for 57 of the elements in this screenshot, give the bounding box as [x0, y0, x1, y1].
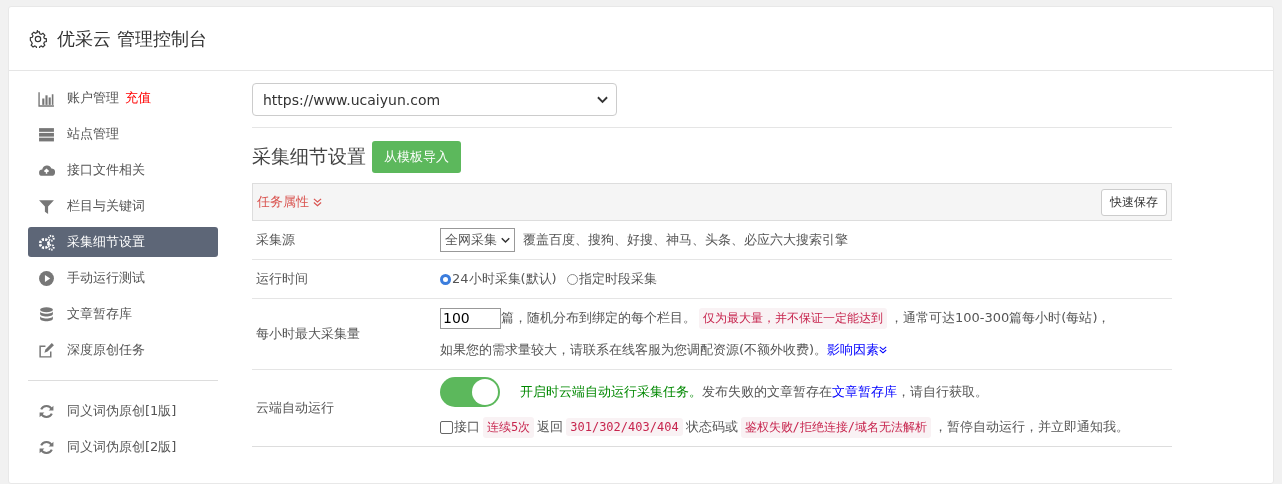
edit-icon — [38, 341, 55, 359]
code-tag: 连续5次 — [483, 416, 535, 438]
field-label: 采集源 — [255, 231, 296, 249]
gears-icon — [38, 233, 55, 251]
sidebar-item[interactable]: 采集细节设置 — [28, 227, 218, 257]
panel-title[interactable]: 任务属性 — [257, 193, 322, 211]
filter-icon — [38, 197, 55, 215]
note-text: ，暂停自动运行，并立即通知我。 — [934, 418, 1130, 436]
sidebar-item[interactable]: 栏目与关键词 — [28, 191, 218, 221]
toggle-switch[interactable] — [440, 377, 500, 407]
server-icon — [38, 125, 55, 143]
note-text: 状态码或 — [685, 418, 738, 436]
section-heading: 采集细节设置 — [252, 144, 366, 169]
sidebar-item[interactable]: 深度原创任务 — [28, 335, 218, 365]
note-text: 返回 — [537, 418, 564, 436]
sidebar-item[interactable]: 账户管理 充值 — [28, 83, 218, 113]
field-label: 云端自动运行 — [255, 399, 335, 417]
checkbox[interactable] — [440, 420, 453, 434]
note-text: ，请自行获取。 — [897, 383, 988, 401]
note-text: 篇，随机分布到绑定的每个栏目。 — [501, 309, 696, 327]
number-field[interactable]: 100 — [440, 307, 501, 329]
note-text: 如果您的需求量较大，请联系在线客服为您调配资源(不额外收费)。 — [440, 341, 828, 359]
note-text: 覆盖百度、搜狗、好搜、神马、头条、必应六大搜索引擎 — [523, 231, 848, 249]
checkbox-label[interactable]: 接口 — [440, 418, 480, 436]
play-icon — [38, 269, 55, 287]
link[interactable]: 文章暂存库 — [832, 383, 897, 401]
save-button[interactable]: 快速保存 — [1101, 188, 1167, 216]
bar-chart-icon — [38, 89, 55, 107]
code-tag: 仅为最大量，并不保证一定能达到 — [699, 307, 887, 329]
status-text: 开启时云端自动运行采集任务。 — [520, 383, 702, 401]
sidebar-item[interactable]: 手动运行测试 — [28, 263, 218, 293]
caret-icon — [501, 236, 510, 244]
code-tag: 鉴权失败/拒绝连接/域名无法解析 — [740, 416, 932, 438]
radio-selected[interactable] — [440, 273, 451, 285]
radio-option[interactable]: 指定时段采集 — [566, 270, 657, 288]
sidebar-item[interactable]: 同义词伪原创[2版] — [28, 432, 218, 462]
field-label: 运行时间 — [255, 270, 309, 288]
sidebar-item[interactable]: 站点管理 — [28, 119, 218, 149]
note-text: ，通常可达100-300篇每小时(每站)， — [890, 309, 1111, 327]
sidebar-item[interactable]: 接口文件相关 — [28, 155, 218, 185]
field-label: 每小时最大采集量 — [255, 325, 361, 343]
database-icon — [38, 305, 55, 323]
note-text: 发布失败的文章暂存在 — [702, 383, 832, 401]
settings-icon — [29, 29, 47, 48]
refresh-icon — [38, 438, 55, 456]
sidebar-item[interactable]: 文章暂存库 — [28, 299, 218, 329]
caret-icon — [597, 95, 608, 104]
source-select[interactable]: 全网采集 — [440, 228, 515, 252]
window-title: 优采云 管理控制台 — [57, 26, 207, 51]
recharge-badge[interactable]: 充值 — [125, 89, 151, 107]
radio-option[interactable]: 24小时采集(默认) — [440, 270, 557, 288]
refresh-icon — [38, 402, 55, 420]
chevron-icon — [313, 197, 322, 207]
link[interactable]: 影响因素 — [827, 341, 888, 359]
code-tag: 301/302/403/404 — [566, 418, 683, 436]
site-select[interactable]: https://www.ucaiyun.com — [252, 83, 617, 116]
sidebar-item[interactable]: 同义词伪原创[1版] — [28, 396, 218, 426]
